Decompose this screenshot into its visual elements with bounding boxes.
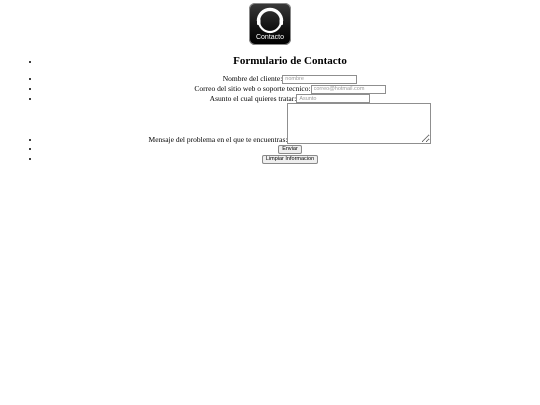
clear-row: Limpiar Informacion	[40, 154, 540, 164]
clear-button[interactable]: Limpiar Informacion	[261, 154, 319, 164]
logo-label: Contacto	[255, 34, 285, 41]
email-input[interactable]	[310, 84, 386, 94]
subject-input[interactable]	[296, 94, 371, 104]
form-title: Formulario de Contacto	[233, 55, 347, 67]
logo-badge: Contacto	[249, 3, 291, 45]
name-label: Nombre del cliente:	[222, 74, 283, 83]
subject-label: Asunto el cual quieres tratar:	[209, 93, 297, 103]
name-input[interactable]	[282, 74, 358, 84]
submit-row: Enviar	[40, 144, 540, 155]
email-label: Correo del sitio web o soporte tecnico:	[194, 83, 311, 93]
name-row: Nombre del cliente:	[40, 74, 540, 84]
message-textarea[interactable]	[287, 103, 432, 145]
contact-logo: Contacto	[249, 3, 291, 45]
form-title-item: Formulario de Contacto	[40, 52, 540, 74]
contact-form: Formulario de Contacto Nombre del client…	[0, 52, 540, 164]
message-label: Mensaje del problema en el que te encuen…	[148, 135, 288, 145]
message-row: Mensaje del problema en el que te encuen…	[40, 103, 540, 145]
submit-button[interactable]: Enviar	[278, 145, 302, 155]
email-row: Correo del sitio web o soporte tecnico:	[40, 84, 540, 94]
subject-row: Asunto el cual quieres tratar:	[40, 94, 540, 104]
